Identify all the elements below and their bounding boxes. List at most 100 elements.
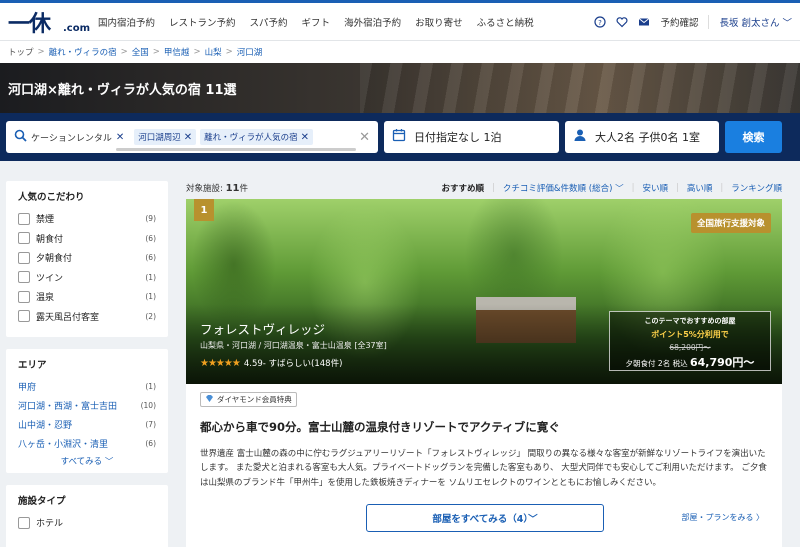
breadcrumb-separator: >	[120, 47, 128, 57]
breadcrumb-item[interactable]: トップ	[8, 46, 34, 58]
nav-item-overseas[interactable]: 海外宿泊予約	[344, 15, 401, 29]
clear-all-icon[interactable]: ✕	[359, 130, 370, 145]
panel-title: エリア	[18, 360, 47, 371]
breadcrumb-item[interactable]: 河口湖	[237, 46, 263, 58]
filter-chip: 離れ・ヴィラが人気の宿 ✕	[200, 129, 314, 145]
rank-badge: 1	[194, 199, 214, 221]
person-icon	[573, 128, 587, 146]
mail-icon[interactable]	[638, 16, 650, 28]
nav-item-gift[interactable]: ギフト	[302, 15, 331, 29]
diamond-label: ダイヤモンド会員特典	[217, 395, 292, 404]
area-link[interactable]: 八ヶ岳・小淵沢・清里 (6)	[18, 434, 156, 453]
hotel-name[interactable]: フォレストヴィレッジ	[200, 319, 325, 338]
hotel-photo[interactable]: 1 全国旅行支援対象 フォレストヴィレッジ 山梨県・河口湖 / 河口湖温泉・富士…	[186, 199, 782, 384]
remove-keyword-icon[interactable]: ✕	[116, 132, 124, 143]
current-price: 夕朝食付 2名 税込 64,790円〜	[610, 354, 770, 370]
filter-checkbox[interactable]: 夕朝食付 (6)	[18, 248, 156, 268]
nav-item-domestic[interactable]: 国内宿泊予約	[98, 15, 155, 29]
result-count-prefix: 対象施設:	[186, 184, 223, 194]
area-count: (6)	[145, 439, 156, 448]
filter-checkbox[interactable]: 露天風呂付客室 (2)	[18, 307, 156, 327]
help-icon[interactable]: ?	[594, 15, 607, 28]
filter-checkbox[interactable]: 温泉 (1)	[18, 287, 156, 307]
user-menu[interactable]: 長坂 創太さん ﹀	[708, 14, 792, 29]
sort-review[interactable]: クチコミ評価&件数順 (総合) ﹀	[503, 182, 624, 194]
view-plans-link[interactable]: 部屋・プランをみる 〉	[681, 512, 764, 523]
svg-text:?: ?	[599, 19, 603, 27]
filter-checkbox[interactable]: 禁煙 (9)	[18, 209, 156, 229]
close-icon[interactable]: ✕	[184, 132, 192, 143]
area-link[interactable]: 河口湖・西湖・富士吉田 (10)	[18, 396, 156, 415]
header-actions: ? 予約確認 長坂 創太さん ﹀	[594, 14, 792, 29]
checkbox[interactable]	[18, 232, 30, 245]
filter-label: 禁煙	[36, 215, 55, 226]
breadcrumb-item[interactable]: 甲信越	[164, 46, 190, 58]
sort-recommended[interactable]: おすすめ順	[442, 182, 485, 194]
checkbox[interactable]	[18, 212, 30, 225]
filter-count: (1)	[145, 292, 156, 302]
see-all-areas-link[interactable]: すべてみる ﹀	[18, 455, 156, 467]
sort-divider: |	[675, 183, 679, 193]
guest-selector[interactable]: 大人2名 子供0名 1室	[565, 121, 719, 153]
price-prefix: 夕朝食付 2名 税込	[625, 359, 688, 368]
guest-label: 大人2名 子供0名 1室	[595, 131, 700, 144]
search-button[interactable]: 検索	[725, 121, 782, 153]
heart-icon[interactable]	[616, 16, 628, 28]
reservation-check-link[interactable]: 予約確認	[660, 15, 698, 29]
rating-text[interactable]: 4.59- すばらしい(148件)	[244, 357, 343, 369]
hotel-headline: 都心から車で90分。富士山麓の温泉付きリゾートでアクティブに寛ぐ	[200, 420, 560, 434]
result-count-suffix: 件	[239, 184, 249, 194]
results-main: 対象施設: 11件 おすすめ順 | クチコミ評価&件数順 (総合) ﹀ | 安い…	[186, 181, 782, 547]
keyword-field[interactable]: ケーションレンタル ✕ 河口湖周辺 ✕ 離れ・ヴィラが人気の宿 ✕ ✕	[6, 121, 378, 153]
area-count: (1)	[145, 382, 156, 391]
logo[interactable]: 一休 .com	[8, 6, 90, 38]
filter-chip-label: 離れ・ヴィラが人気の宿	[204, 133, 298, 143]
checkbox[interactable]	[18, 310, 30, 323]
filter-sidebar: 人気のこだわり 禁煙 (9) 朝食付 (6) 夕朝食付 (6) ツイン (1) 温泉 (1…	[6, 181, 168, 547]
area-label: 河口湖・西湖・富士吉田	[18, 402, 118, 412]
filter-label: ホテル	[36, 519, 64, 530]
nav-item-spa[interactable]: スパ予約	[250, 15, 288, 29]
travel-support-badge: 全国旅行支援対象	[690, 213, 771, 233]
sort-ranking[interactable]: ランキング順	[731, 182, 782, 194]
breadcrumb-item[interactable]: 離れ・ヴィラの宿	[49, 46, 117, 58]
hotel-location: 山梨県・河口湖 / 河口湖温泉・富士山温泉 [全37室]	[200, 341, 387, 350]
nav-item-furusato[interactable]: ふるさと納税	[477, 15, 534, 29]
filter-checkbox[interactable]: ホテル	[18, 513, 156, 533]
filter-label: 夕朝食付	[36, 254, 73, 265]
price-box[interactable]: このテーマでおすすめの部屋 ポイント5%分利用で 68,200円〜 夕朝食付 2…	[609, 311, 771, 371]
checkbox[interactable]	[18, 271, 30, 284]
global-nav: 国内宿泊予約 レストラン予約 スパ予約 ギフト 海外宿泊予約 お取り寄せ ふるさ…	[98, 15, 534, 29]
keyword-scrollbar[interactable]	[116, 148, 356, 151]
sort-expensive[interactable]: 高い順	[687, 182, 713, 194]
popular-filter-panel: 人気のこだわり 禁煙 (9) 朝食付 (6) 夕朝食付 (6) ツイン (1) 温泉 (1…	[6, 181, 168, 337]
filter-count: (9)	[145, 214, 156, 224]
filter-chip: 河口湖周辺 ✕	[134, 129, 197, 145]
view-all-rooms-button[interactable]: 部屋をすべてみる（4）﹀	[366, 504, 604, 533]
breadcrumb-item[interactable]: 山梨	[205, 46, 222, 58]
area-count: (7)	[145, 420, 156, 429]
result-count-value: 11	[225, 183, 240, 194]
filter-checkbox[interactable]: 朝食付 (6)	[18, 229, 156, 249]
checkbox[interactable]	[18, 290, 30, 303]
nav-item-restaurant[interactable]: レストラン予約	[169, 15, 236, 29]
date-selector[interactable]: 日付指定なし 1泊	[384, 121, 559, 153]
checkbox[interactable]	[18, 516, 30, 529]
checkbox[interactable]	[18, 251, 30, 264]
hotel-description: 世界遺産 富士山麓の森の中に佇むラグジュアリーリゾート「フォレストヴィレッジ」 …	[200, 449, 767, 488]
area-label: 八ヶ岳・小淵沢・清里	[18, 440, 109, 450]
breadcrumb-item[interactable]: 全国	[132, 46, 149, 58]
search-icon	[14, 129, 27, 146]
sort-options: おすすめ順 | クチコミ評価&件数順 (総合) ﹀ | 安い順 | 高い順 | …	[442, 182, 782, 194]
area-label: 山中湖・忍野	[18, 421, 73, 431]
area-link[interactable]: 甲府 (1)	[18, 377, 156, 396]
close-icon[interactable]: ✕	[301, 132, 309, 143]
filter-count: (6)	[145, 233, 156, 243]
panel-title: 施設タイプ	[18, 496, 66, 507]
results-toolbar: 対象施設: 11件 おすすめ順 | クチコミ評価&件数順 (総合) ﹀ | 安い…	[186, 181, 782, 195]
sort-cheap[interactable]: 安い順	[642, 182, 668, 194]
area-link[interactable]: 山中湖・忍野 (7)	[18, 415, 156, 434]
filter-checkbox[interactable]: ツイン (1)	[18, 268, 156, 288]
content-area: 人気のこだわり 禁煙 (9) 朝食付 (6) 夕朝食付 (6) ツイン (1) 温泉 (1…	[0, 161, 800, 547]
nav-item-otoriyose[interactable]: お取り寄せ	[415, 15, 463, 29]
